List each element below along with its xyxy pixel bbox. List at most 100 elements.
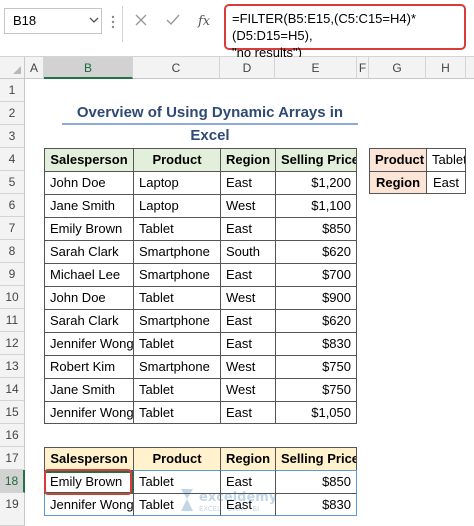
table-cell[interactable]: Tablet — [133, 401, 220, 424]
table-cell[interactable]: South — [220, 240, 275, 263]
result-cell[interactable]: Jennifer Wong — [44, 493, 133, 516]
row-header-19[interactable]: 19 — [0, 493, 25, 526]
table-cell[interactable]: Jennifer Wong — [44, 401, 133, 424]
row-header-7[interactable]: 7 — [0, 217, 25, 240]
table-cell[interactable]: Sarah Clark — [44, 309, 133, 332]
column-header-f[interactable]: F — [357, 57, 369, 79]
table-cell[interactable]: $620 — [275, 309, 357, 332]
table-cell[interactable]: Jane Smith — [44, 378, 133, 401]
table-cell[interactable]: John Doe — [44, 171, 133, 194]
row-header-14[interactable]: 14 — [0, 378, 25, 401]
column-header-d[interactable]: D — [220, 57, 275, 79]
table-cell[interactable]: East — [220, 171, 275, 194]
table-cell[interactable]: Sarah Clark — [44, 240, 133, 263]
criteria-label-region[interactable]: Region — [369, 171, 426, 194]
table-cell[interactable]: Michael Lee — [44, 263, 133, 286]
table-cell[interactable]: Smartphone — [133, 240, 220, 263]
result-header-selling-price[interactable]: Selling Price — [275, 447, 357, 470]
row-header-1[interactable]: 1 — [0, 79, 25, 102]
table-cell[interactable]: $700 — [275, 263, 357, 286]
table-cell[interactable]: Smartphone — [133, 263, 220, 286]
column-header-b[interactable]: B — [44, 57, 133, 79]
watermark-tagline: EXCEL · DATA · BI — [199, 505, 259, 513]
row-header-11[interactable]: 11 — [0, 309, 25, 332]
row-header-8[interactable]: 8 — [0, 240, 25, 263]
table-cell[interactable]: West — [220, 194, 275, 217]
table-cell[interactable]: West — [220, 378, 275, 401]
row-header-12[interactable]: 12 — [0, 332, 25, 355]
table-cell[interactable]: East — [220, 263, 275, 286]
row-header-16[interactable]: 16 — [0, 424, 25, 447]
select-all-triangle-icon — [13, 66, 21, 74]
table-cell[interactable]: East — [220, 309, 275, 332]
table-cell[interactable]: East — [220, 332, 275, 355]
table-cell[interactable]: Smartphone — [133, 355, 220, 378]
row-header-4[interactable]: 4 — [0, 148, 25, 171]
table-cell[interactable]: Tablet — [133, 217, 220, 240]
table-cell[interactable]: West — [220, 355, 275, 378]
result-header-region[interactable]: Region — [220, 447, 275, 470]
criteria-value-product[interactable]: Tablet — [426, 148, 466, 171]
result-header-salesperson[interactable]: Salesperson — [44, 447, 133, 470]
table-cell[interactable]: Laptop — [133, 194, 220, 217]
table-header-selling-price[interactable]: Selling Price — [275, 148, 357, 171]
row-header-2[interactable]: 2 — [0, 102, 25, 125]
row-header-18[interactable]: 18 — [0, 470, 25, 493]
insert-function-icon[interactable]: fx — [195, 10, 215, 30]
column-header-h[interactable]: H — [426, 57, 466, 79]
formula-bar-divider — [122, 6, 123, 42]
table-cell[interactable]: Robert Kim — [44, 355, 133, 378]
table-cell[interactable]: $750 — [275, 378, 357, 401]
column-header-a[interactable]: A — [25, 57, 44, 79]
column-header-g[interactable]: G — [369, 57, 426, 79]
table-cell[interactable]: Smartphone — [133, 309, 220, 332]
table-cell[interactable]: Tablet — [133, 286, 220, 309]
table-cell[interactable]: $750 — [275, 355, 357, 378]
row-header-6[interactable]: 6 — [0, 194, 25, 217]
column-header-e[interactable]: E — [275, 57, 357, 79]
table-cell[interactable]: $830 — [275, 332, 357, 355]
table-cell[interactable]: $1,050 — [275, 401, 357, 424]
highlight-box-b18 — [44, 469, 132, 495]
enter-check-icon[interactable] — [163, 10, 183, 30]
table-cell[interactable]: West — [220, 286, 275, 309]
row-header-15[interactable]: 15 — [0, 401, 25, 424]
more-options-icon[interactable] — [108, 12, 118, 32]
table-cell[interactable]: Tablet — [133, 378, 220, 401]
table-header-product[interactable]: Product — [133, 148, 220, 171]
column-header-c[interactable]: C — [133, 57, 220, 79]
cancel-icon[interactable] — [131, 10, 151, 30]
table-cell[interactable]: East — [220, 401, 275, 424]
row-header-3[interactable]: 3 — [0, 125, 25, 148]
chevron-down-icon[interactable] — [88, 8, 100, 32]
table-cell[interactable]: $850 — [275, 217, 357, 240]
table-header-salesperson[interactable]: Salesperson — [44, 148, 133, 171]
row-header-13[interactable]: 13 — [0, 355, 25, 378]
table-cell[interactable]: $1,100 — [275, 194, 357, 217]
table-cell[interactable]: John Doe — [44, 286, 133, 309]
svg-text:fx: fx — [197, 14, 211, 29]
table-cell[interactable]: Laptop — [133, 171, 220, 194]
row-header-9[interactable]: 9 — [0, 263, 25, 286]
table-cell[interactable]: $1,200 — [275, 171, 357, 194]
criteria-label-product[interactable]: Product — [369, 148, 426, 171]
formula-bar: B18 fx =FILTER(B5:E15,(C5:C15=H4)*(D5:D1… — [0, 0, 474, 60]
result-header-product[interactable]: Product — [133, 447, 220, 470]
column-headers: A B C D E F G H — [0, 57, 474, 79]
row-header-5[interactable]: 5 — [0, 171, 25, 194]
criteria-value-region[interactable]: East — [426, 171, 466, 194]
table-cell[interactable]: East — [220, 217, 275, 240]
table-cell[interactable]: Tablet — [133, 332, 220, 355]
table-cell[interactable]: Jennifer Wong — [44, 332, 133, 355]
table-cell[interactable]: $900 — [275, 286, 357, 309]
table-cell[interactable]: Emily Brown — [44, 217, 133, 240]
table-header-region[interactable]: Region — [220, 148, 275, 171]
row-header-17[interactable]: 17 — [0, 447, 25, 470]
exceldemy-watermark-logo: exceldemy EXCEL · DATA · BI — [181, 489, 278, 513]
table-cell[interactable]: $620 — [275, 240, 357, 263]
formula-input[interactable]: =FILTER(B5:E15,(C5:C15=H4)*(D5:D15=H5), "… — [224, 4, 466, 60]
table-cell[interactable]: Jane Smith — [44, 194, 133, 217]
row-header-10[interactable]: 10 — [0, 286, 25, 309]
watermark-name: exceldemy — [199, 490, 278, 505]
sheet-title[interactable]: Overview of Using Dynamic Arrays in Exce… — [62, 101, 358, 144]
